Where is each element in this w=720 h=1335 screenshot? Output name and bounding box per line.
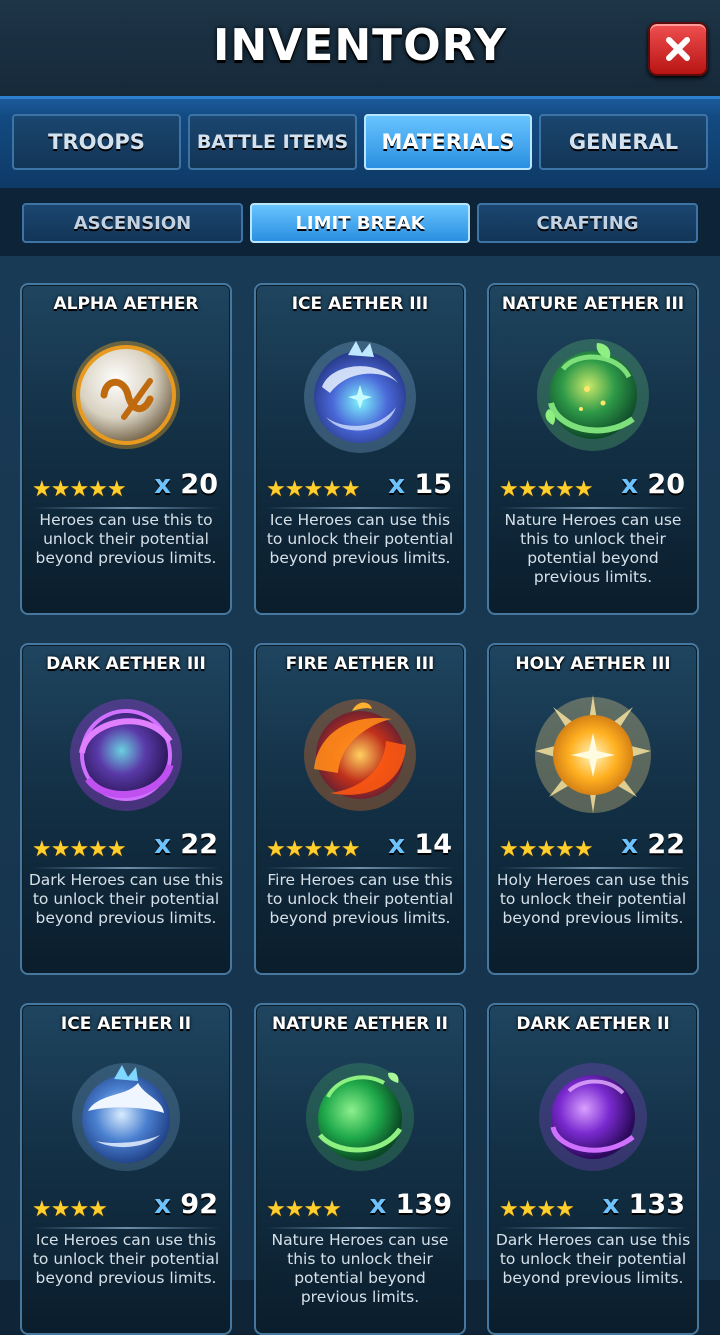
quantity-prefix: x: [388, 830, 406, 860]
item-quantity: x 92: [154, 1189, 218, 1220]
item-description: Holy Heroes can use this to unlock their…: [496, 871, 690, 927]
star-rating: ★★★★: [32, 1197, 108, 1222]
header-bar: INVENTORY: [0, 0, 720, 96]
item-description: Nature Heroes can use this to unlock the…: [504, 511, 682, 586]
star-rating: ★★★★: [266, 1197, 342, 1222]
item-name: DARK AETHER III: [46, 654, 206, 674]
item-quantity: x 139: [369, 1189, 452, 1220]
divider: [499, 867, 687, 869]
item-name: DARK AETHER II: [516, 1014, 670, 1034]
item-name: ALPHA AETHER: [53, 294, 199, 314]
item-quantity: x 22: [621, 829, 685, 860]
quantity-value: 14: [414, 829, 452, 860]
item-quantity: x 22: [154, 829, 218, 860]
quantity-prefix: x: [621, 830, 639, 860]
item-name: NATURE AETHER III: [501, 294, 685, 314]
close-icon: [666, 37, 690, 61]
divider: [32, 1227, 220, 1229]
quantity-value: 20: [180, 469, 218, 500]
subtab-crafting[interactable]: CRAFTING: [477, 203, 698, 243]
star-rating: ★★★★★: [499, 477, 594, 502]
item-name: ICE AETHER III: [291, 294, 429, 314]
divider: [499, 507, 687, 509]
item-quantity: x 14: [388, 829, 452, 860]
nature-orb-icon: [533, 333, 653, 453]
divider: [499, 1227, 687, 1229]
item-card[interactable]: DARK AETHER II ★★★★ x 133 Dark Heroes ca…: [487, 1003, 699, 1335]
divider: [32, 867, 220, 869]
item-name: ICE AETHER II: [60, 1014, 192, 1034]
item-card[interactable]: FIRE AETHER III ★★★★★ x 14 Fire Heroes c…: [254, 643, 466, 975]
dark-orb-icon: [66, 693, 186, 813]
close-button[interactable]: [648, 22, 708, 76]
alpha-orb-icon: [66, 333, 186, 453]
item-description: Nature Heroes can use this to unlock the…: [271, 1231, 449, 1306]
item-grid: ALPHA AETHER ★★★★★ x 20 Heroes can use t…: [0, 256, 720, 1335]
star-rating: ★★★★★: [32, 837, 127, 862]
tab-battle-items[interactable]: BATTLE ITEMS: [188, 114, 357, 170]
tab-materials[interactable]: MATERIALS: [364, 114, 532, 170]
quantity-value: 133: [628, 1189, 685, 1220]
tab-troops[interactable]: TROOPS: [12, 114, 181, 170]
quantity-prefix: x: [154, 830, 172, 860]
star-rating: ★★★★★: [266, 477, 361, 502]
item-card[interactable]: NATURE AETHER III ★★★★★ x 20 Nature Hero…: [487, 283, 699, 615]
divider: [266, 507, 454, 509]
item-card[interactable]: NATURE AETHER II ★★★★ x 139 Nature Heroe…: [254, 1003, 466, 1335]
item-quantity: x 20: [621, 469, 685, 500]
star-rating: ★★★★: [499, 1197, 575, 1222]
item-description: Ice Heroes can use this to unlock their …: [32, 1231, 220, 1287]
fire-orb-icon: [300, 693, 420, 813]
star-rating: ★★★★★: [32, 477, 127, 502]
ice-orb-icon: [66, 1053, 186, 1173]
item-card[interactable]: ALPHA AETHER ★★★★★ x 20 Heroes can use t…: [20, 283, 232, 615]
divider: [32, 507, 220, 509]
star-rating: ★★★★★: [266, 837, 361, 862]
divider: [266, 1227, 454, 1229]
quantity-prefix: x: [154, 470, 172, 500]
subtab-limit-break[interactable]: LIMIT BREAK: [250, 203, 470, 243]
star-rating: ★★★★★: [499, 837, 594, 862]
item-card[interactable]: ICE AETHER II ★★★★ x 92 Ice Heroes can u…: [20, 1003, 232, 1335]
quantity-value: 92: [180, 1189, 218, 1220]
item-name: HOLY AETHER III: [515, 654, 671, 674]
page-title: INVENTORY: [213, 20, 507, 71]
quantity-prefix: x: [369, 1190, 387, 1220]
quantity-value: 20: [647, 469, 685, 500]
quantity-prefix: x: [621, 470, 639, 500]
quantity-value: 22: [647, 829, 685, 860]
item-quantity: x 133: [602, 1189, 685, 1220]
item-name: FIRE AETHER III: [285, 654, 435, 674]
nature-orb-icon: [300, 1053, 420, 1173]
item-card[interactable]: HOLY AETHER III ★★★★★ x 22 Holy Heroes c…: [487, 643, 699, 975]
quantity-prefix: x: [154, 1190, 172, 1220]
holy-orb-icon: [533, 693, 653, 813]
item-description: Heroes can use this to unlock their pote…: [35, 511, 217, 567]
item-description: Dark Heroes can use this to unlock their…: [28, 871, 224, 927]
quantity-value: 15: [414, 469, 452, 500]
ice-orb-icon: [300, 333, 420, 453]
dark-orb-icon: [533, 1053, 653, 1173]
item-quantity: x 15: [388, 469, 452, 500]
quantity-prefix: x: [388, 470, 406, 500]
quantity-value: 22: [180, 829, 218, 860]
item-description: Ice Heroes can use this to unlock their …: [266, 511, 454, 567]
divider: [266, 867, 454, 869]
item-description: Fire Heroes can use this to unlock their…: [266, 871, 454, 927]
item-name: NATURE AETHER II: [272, 1014, 448, 1034]
quantity-prefix: x: [602, 1190, 620, 1220]
subtab-ascension[interactable]: ASCENSION: [22, 203, 243, 243]
tab-general[interactable]: GENERAL: [539, 114, 708, 170]
item-description: Dark Heroes can use this to unlock their…: [495, 1231, 691, 1287]
item-card[interactable]: DARK AETHER III ★★★★★ x 22 Dark Heroes c…: [20, 643, 232, 975]
quantity-value: 139: [395, 1189, 452, 1220]
item-card[interactable]: ICE AETHER III ★★★★★ x 15 Ice Heroes can…: [254, 283, 466, 615]
item-quantity: x 20: [154, 469, 218, 500]
